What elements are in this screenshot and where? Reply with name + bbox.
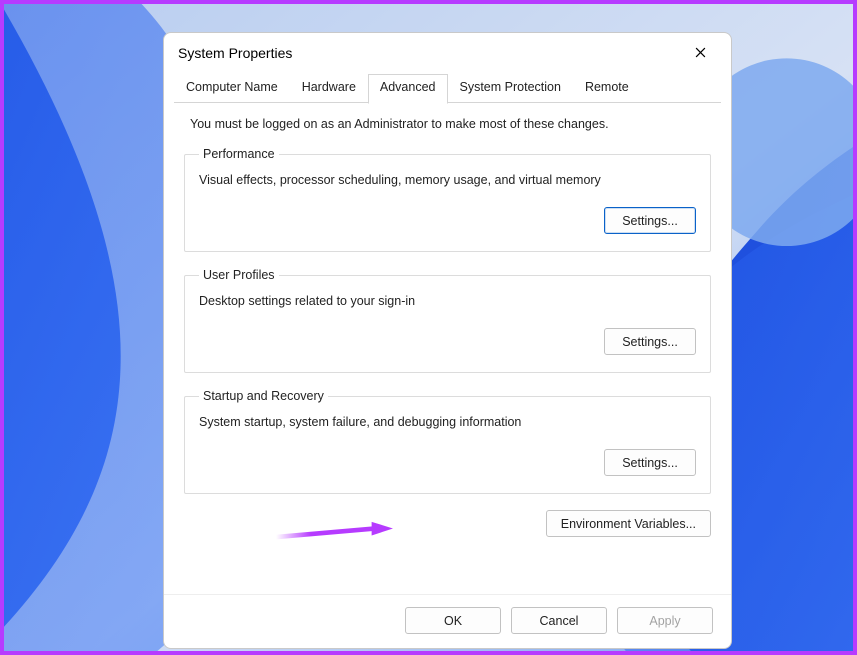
cancel-button[interactable]: Cancel bbox=[511, 607, 607, 634]
performance-desc: Visual effects, processor scheduling, me… bbox=[199, 173, 696, 187]
apply-button[interactable]: Apply bbox=[617, 607, 713, 634]
tab-label: Computer Name bbox=[186, 80, 278, 94]
startup-recovery-settings-button[interactable]: Settings... bbox=[604, 449, 696, 476]
performance-legend: Performance bbox=[199, 147, 279, 161]
titlebar: System Properties bbox=[164, 33, 731, 73]
ok-button[interactable]: OK bbox=[405, 607, 501, 634]
close-button[interactable] bbox=[677, 38, 723, 68]
tab-label: System Protection bbox=[460, 80, 561, 94]
screenshot-frame: System Properties Computer Name Hardware… bbox=[0, 0, 857, 655]
close-icon bbox=[695, 45, 706, 61]
dialog-footer: OK Cancel Apply bbox=[164, 594, 731, 648]
startup-recovery-desc: System startup, system failure, and debu… bbox=[199, 415, 696, 429]
tab-body-advanced: You must be logged on as an Administrato… bbox=[164, 103, 731, 594]
tab-label: Advanced bbox=[380, 80, 436, 94]
tab-remote[interactable]: Remote bbox=[573, 74, 641, 104]
admin-note: You must be logged on as an Administrato… bbox=[184, 115, 711, 143]
user-profiles-group: User Profiles Desktop settings related t… bbox=[184, 268, 711, 373]
environment-variables-button[interactable]: Environment Variables... bbox=[546, 510, 711, 537]
performance-settings-button[interactable]: Settings... bbox=[604, 207, 696, 234]
user-profiles-desc: Desktop settings related to your sign-in bbox=[199, 294, 696, 308]
tab-hardware[interactable]: Hardware bbox=[290, 74, 368, 104]
tab-system-protection[interactable]: System Protection bbox=[448, 74, 573, 104]
tab-label: Hardware bbox=[302, 80, 356, 94]
user-profiles-settings-button[interactable]: Settings... bbox=[604, 328, 696, 355]
tab-advanced[interactable]: Advanced bbox=[368, 74, 448, 104]
user-profiles-legend: User Profiles bbox=[199, 268, 279, 282]
system-properties-dialog: System Properties Computer Name Hardware… bbox=[163, 32, 732, 649]
tab-strip: Computer Name Hardware Advanced System P… bbox=[164, 73, 731, 103]
tab-label: Remote bbox=[585, 80, 629, 94]
performance-group: Performance Visual effects, processor sc… bbox=[184, 147, 711, 252]
startup-recovery-legend: Startup and Recovery bbox=[199, 389, 328, 403]
tab-computer-name[interactable]: Computer Name bbox=[174, 74, 290, 104]
window-title: System Properties bbox=[178, 45, 292, 61]
startup-recovery-group: Startup and Recovery System startup, sys… bbox=[184, 389, 711, 494]
